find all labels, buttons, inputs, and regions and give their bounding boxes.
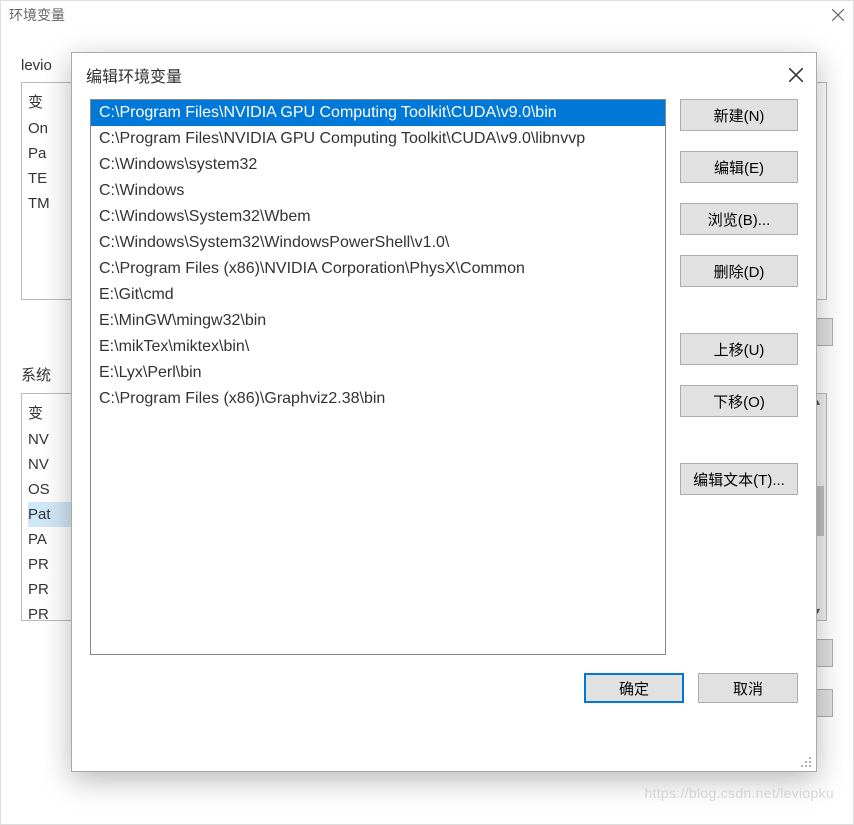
action-buttons: 新建(N) 编辑(E) 浏览(B)... 删除(D) 上移(U) 下移(O) 编…	[680, 99, 798, 655]
delete-button[interactable]: 删除(D)	[680, 255, 798, 287]
move-up-button[interactable]: 上移(U)	[680, 333, 798, 365]
list-item[interactable]: C:\Program Files (x86)\NVIDIA Corporatio…	[91, 256, 665, 282]
resize-grip-icon[interactable]	[800, 755, 812, 767]
move-down-button[interactable]: 下移(O)	[680, 385, 798, 417]
list-item[interactable]: C:\Windows\System32\Wbem	[91, 204, 665, 230]
list-item[interactable]: C:\Windows\System32\WindowsPowerShell\v1…	[91, 230, 665, 256]
list-item[interactable]: C:\Program Files (x86)\Graphviz2.38\bin	[91, 386, 665, 412]
edit-text-button[interactable]: 编辑文本(T)...	[680, 463, 798, 495]
list-item[interactable]: E:\mikTex\miktex\bin\	[91, 334, 665, 360]
modal-title: 编辑环境变量	[86, 63, 182, 87]
list-item[interactable]: C:\Windows\system32	[91, 152, 665, 178]
list-item[interactable]: E:\MinGW\mingw32\bin	[91, 308, 665, 334]
cancel-button[interactable]: 取消	[698, 673, 798, 703]
new-button[interactable]: 新建(N)	[680, 99, 798, 131]
ok-button[interactable]: 确定	[584, 673, 684, 703]
edit-button[interactable]: 编辑(E)	[680, 151, 798, 183]
path-listbox[interactable]: C:\Program Files\NVIDIA GPU Computing To…	[90, 99, 666, 655]
bg-title: 环境变量	[9, 5, 65, 25]
list-item[interactable]: E:\Git\cmd	[91, 282, 665, 308]
edit-env-var-dialog: 编辑环境变量 C:\Program Files\NVIDIA GPU Compu…	[71, 52, 817, 772]
list-item[interactable]: E:\Lyx\Perl\bin	[91, 360, 665, 386]
list-item[interactable]: C:\Program Files\NVIDIA GPU Computing To…	[91, 126, 665, 152]
bg-titlebar: 环境变量	[1, 1, 853, 29]
close-icon[interactable]	[788, 67, 804, 83]
close-icon[interactable]	[831, 8, 845, 22]
modal-titlebar: 编辑环境变量	[72, 53, 816, 99]
list-item[interactable]: C:\Program Files\NVIDIA GPU Computing To…	[91, 100, 665, 126]
list-item[interactable]: C:\Windows	[91, 178, 665, 204]
browse-button[interactable]: 浏览(B)...	[680, 203, 798, 235]
